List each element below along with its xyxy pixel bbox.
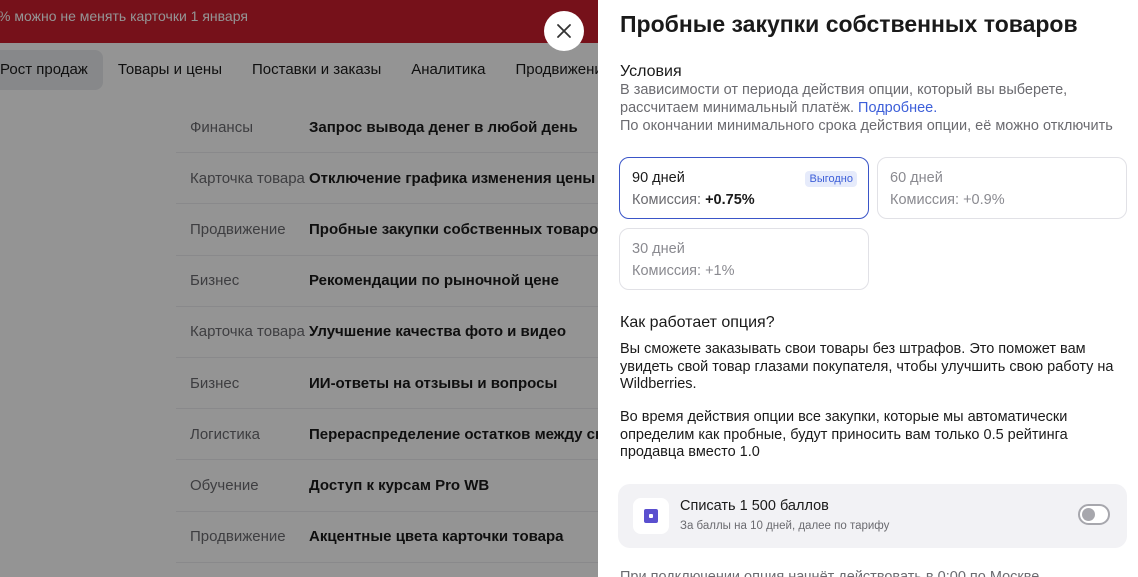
plan-commission-label: Комиссия: (890, 192, 964, 208)
points-icon (633, 498, 669, 534)
points-panel: Списать 1 500 баллов За баллы на 10 дней… (618, 484, 1127, 548)
plan-title: 30 дней (632, 241, 685, 257)
points-title: Списать 1 500 баллов (680, 498, 829, 514)
plan-commission-value: +0.75% (705, 192, 755, 208)
conditions-line: По окончании минимального срока действия… (620, 118, 1113, 134)
option-drawer: Пробные закупки собственных товаров Усло… (598, 0, 1138, 577)
conditions-heading: Условия (620, 63, 682, 80)
plan-commission: Комиссия: +0.75% (632, 191, 868, 209)
how-it-works-paragraph: Вы сможете заказывать свои товары без шт… (620, 341, 1114, 392)
conditions-line: рассчитаем минимальный платёж. Подробнее… (620, 99, 1125, 117)
conditions-line-text: рассчитаем минимальный платёж. (620, 100, 859, 116)
close-button[interactable] (544, 11, 584, 51)
plan-commission-label: Комиссия: (632, 192, 706, 208)
points-subtitle: За баллы на 10 дней, далее по тарифу (680, 520, 890, 532)
plan-card-30-days[interactable]: 30 дней Комиссия: +1% (619, 228, 869, 290)
plan-card-60-days[interactable]: 60 дней Комиссия: +0.9% (877, 157, 1127, 219)
best-value-badge: Выгодно (805, 171, 857, 187)
how-it-works-paragraph: Во время действия опции все закупки, кот… (620, 409, 1068, 460)
conditions-line: В зависимости от периода действия опции,… (620, 82, 1068, 98)
conditions-text: В зависимости от периода действия опции,… (620, 81, 1125, 135)
plan-commission: Комиссия: +0.9% (890, 191, 1126, 209)
plan-commission: Комиссия: +1% (632, 262, 868, 280)
plan-commission-value: +0.9% (963, 192, 1005, 208)
plan-card-90-days[interactable]: 90 дней Комиссия: +0.75% Выгодно (619, 157, 869, 219)
plan-title: 60 дней (890, 170, 943, 186)
plan-commission-value: +1% (705, 263, 735, 279)
points-toggle[interactable] (1078, 504, 1110, 525)
plan-commission-label: Комиссия: (632, 263, 706, 279)
drawer-title: Пробные закупки собственных товаров (620, 11, 1078, 37)
close-icon (557, 24, 571, 38)
toggle-knob (1082, 508, 1095, 521)
more-link[interactable]: Подробнее. (858, 100, 937, 116)
activation-note: При подключении опция начнёт действовать… (620, 569, 1040, 577)
how-it-works-heading: Как работает опция? (620, 314, 775, 331)
